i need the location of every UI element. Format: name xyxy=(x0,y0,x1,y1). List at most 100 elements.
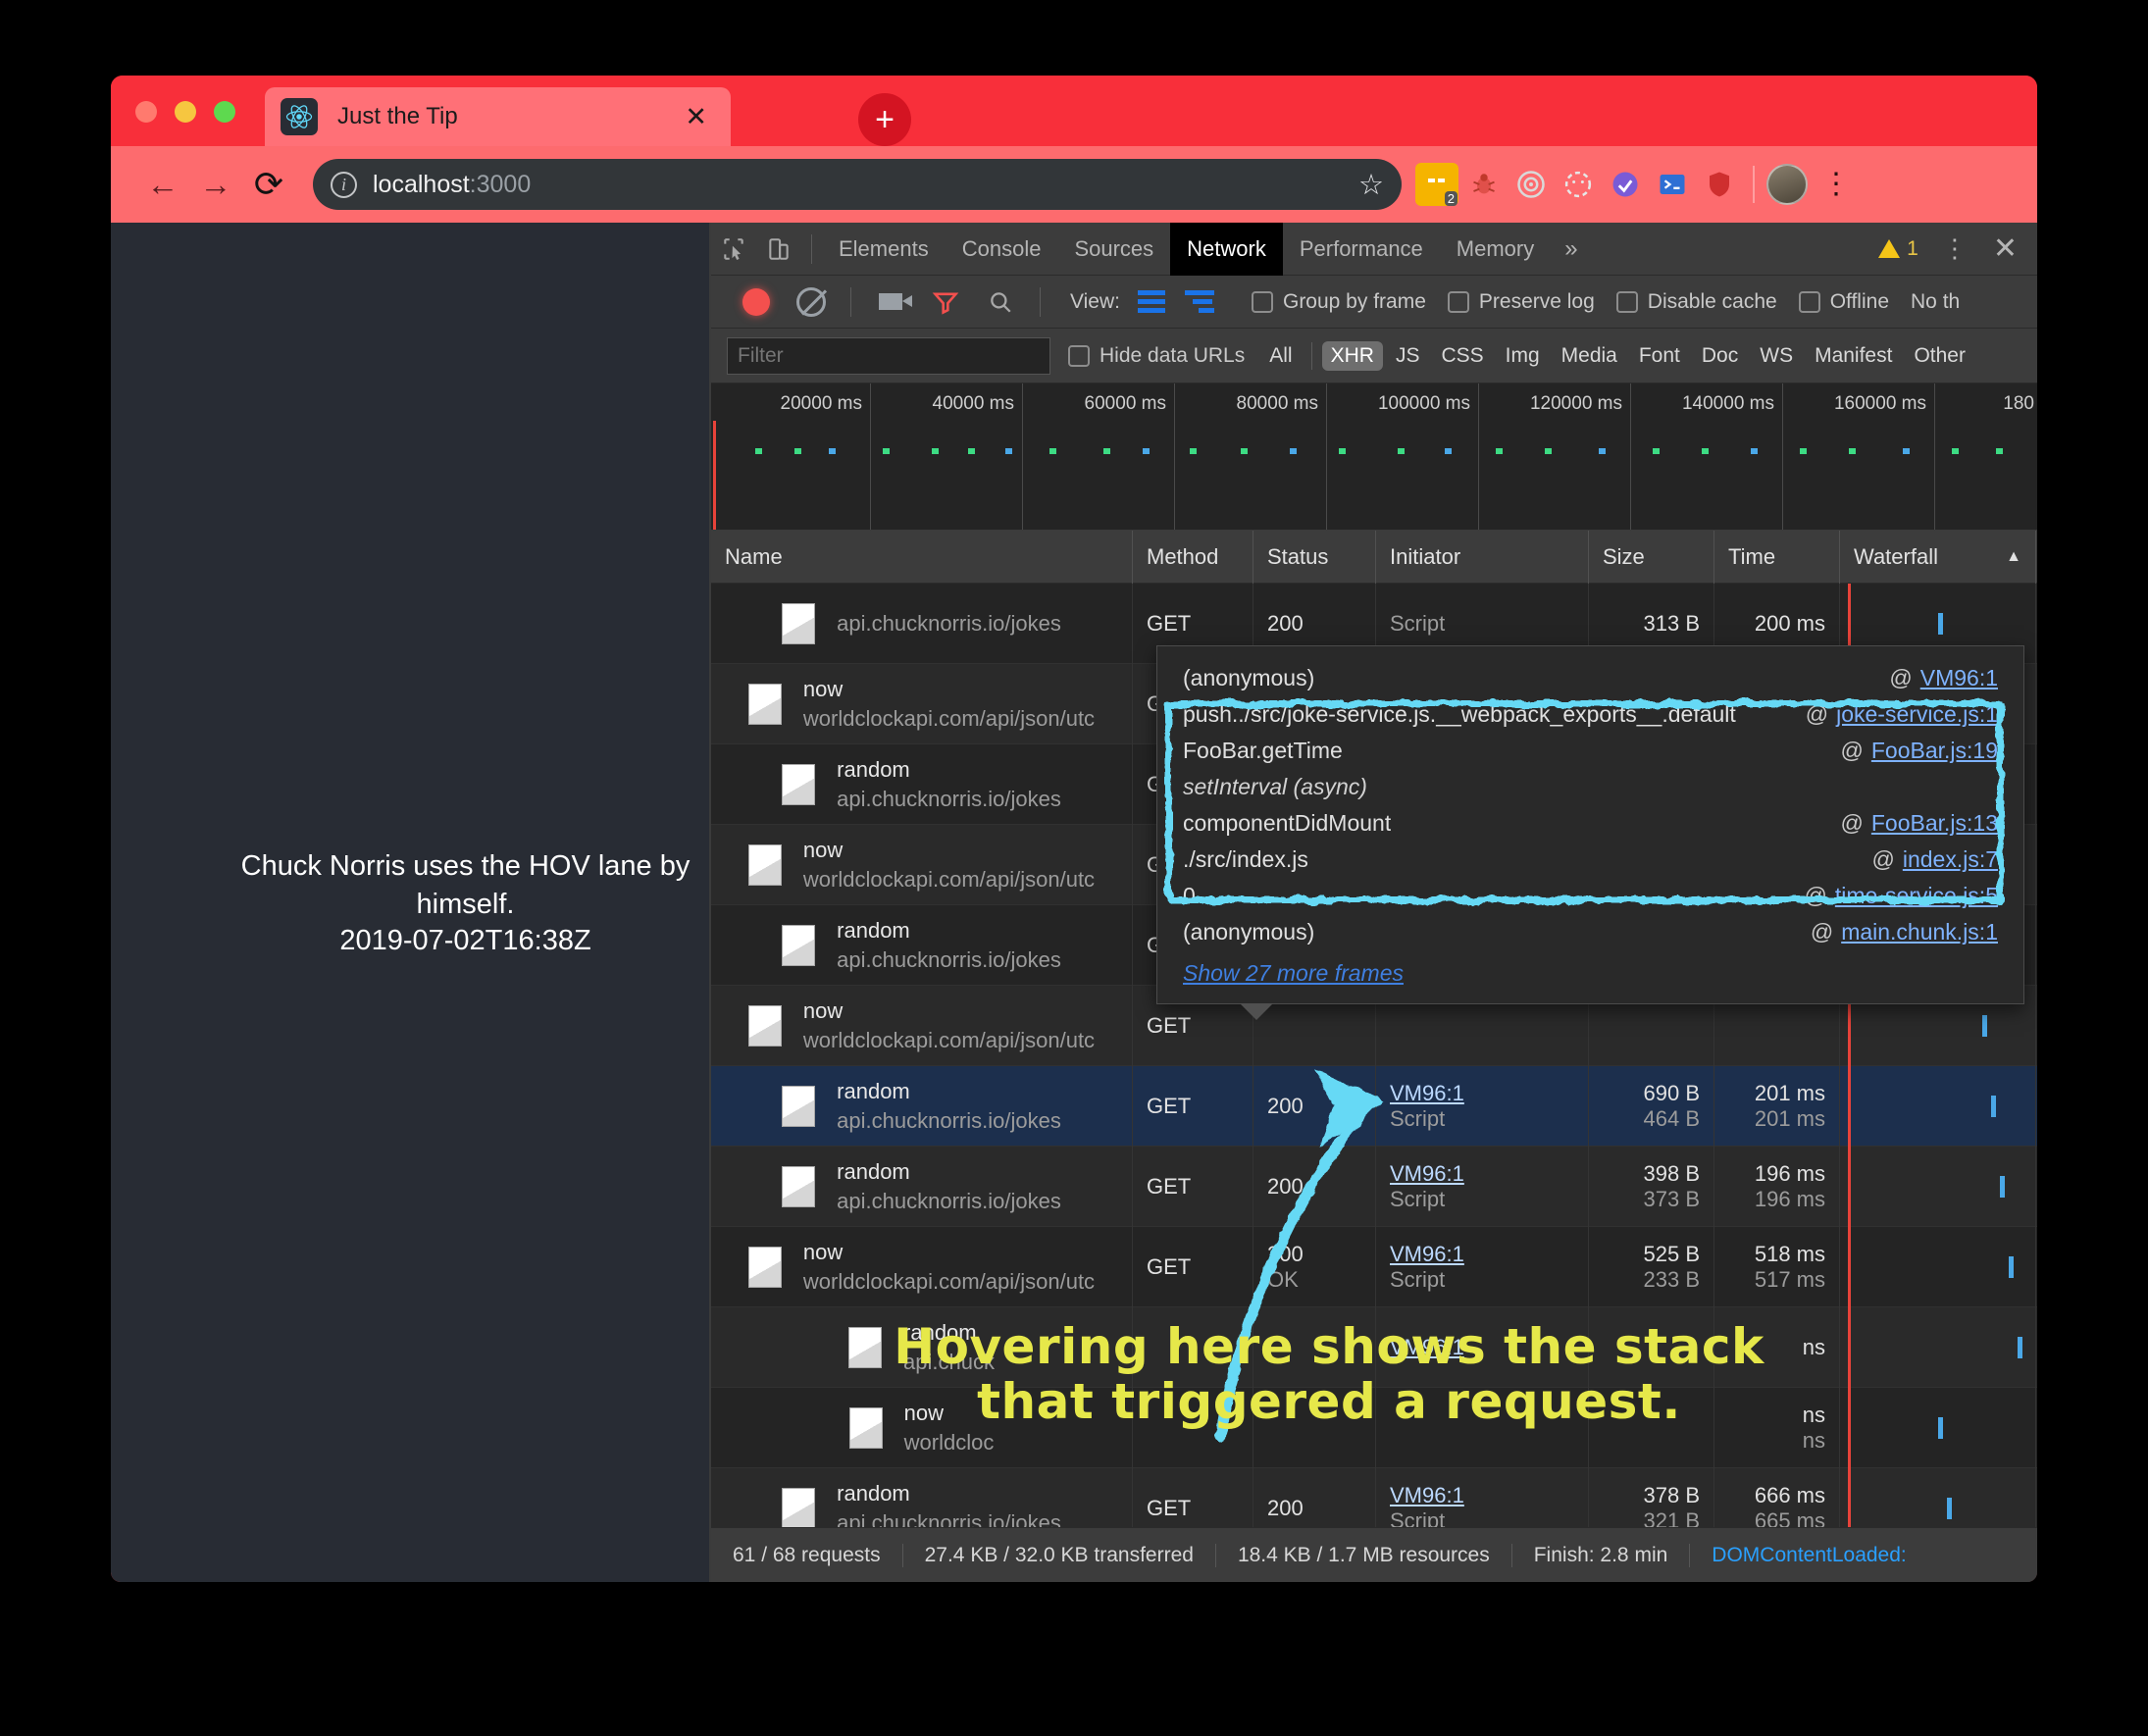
extension-bug-icon[interactable] xyxy=(1462,163,1506,206)
extension-notes-icon[interactable] xyxy=(1415,163,1458,206)
maximize-window-button[interactable] xyxy=(214,101,235,123)
tab-network[interactable]: Network xyxy=(1170,223,1283,276)
column-header-waterfall[interactable]: Waterfall ▲ xyxy=(1840,530,2036,584)
table-row[interactable]: random api.chucknorris.io/jokes GET 200 VM96… xyxy=(711,1146,2037,1227)
search-button[interactable] xyxy=(975,281,1026,324)
filter-input[interactable] xyxy=(727,336,1050,375)
minimize-window-button[interactable] xyxy=(175,101,196,123)
column-header-status[interactable]: Status xyxy=(1253,530,1376,584)
record-button[interactable] xyxy=(731,281,782,324)
more-tabs-button[interactable]: » xyxy=(1551,235,1591,263)
table-row[interactable]: random api.chucknorris.io/jokes GET 200 VM96… xyxy=(711,1467,2037,1528)
waterfall-marker xyxy=(1848,1146,1851,1227)
stack-frame-function: setInterval (async) xyxy=(1183,774,1367,799)
cell-initiator-value[interactable]: VM96:1 xyxy=(1390,1081,1574,1106)
cell-initiator-sub: Script xyxy=(1390,1507,1446,1528)
table-row[interactable]: now worldclockapi.com/api/json/utc GET 200 O… xyxy=(711,1226,2037,1307)
stack-frame-location[interactable]: joke-service.js:1 xyxy=(1836,701,1998,728)
filter-type-all[interactable]: All xyxy=(1260,341,1301,371)
clear-button[interactable] xyxy=(786,281,837,324)
column-header-method[interactable]: Method xyxy=(1133,530,1253,584)
forward-button[interactable]: → xyxy=(189,158,242,211)
bookmark-star-icon[interactable]: ☆ xyxy=(1358,168,1384,202)
cell-initiator-value[interactable]: VM96:1 xyxy=(1390,1483,1574,1508)
browser-tab[interactable]: Just the Tip ✕ xyxy=(265,87,731,146)
profile-avatar[interactable] xyxy=(1766,164,1808,205)
column-header-waterfall-label: Waterfall xyxy=(1854,543,1938,569)
hide-data-urls-checkbox[interactable]: Hide data URLs xyxy=(1068,344,1245,368)
window-controls[interactable] xyxy=(135,101,235,123)
group-by-frame-checkbox[interactable]: Group by frame xyxy=(1251,290,1426,314)
filter-type-media[interactable]: Media xyxy=(1553,341,1626,371)
inspect-cursor-icon[interactable] xyxy=(711,228,756,271)
filter-type-js[interactable]: JS xyxy=(1387,341,1429,371)
close-tab-button[interactable]: ✕ xyxy=(677,103,715,130)
request-name: now worldclockapi.com/api/json/utc xyxy=(803,996,1095,1054)
tab-sources[interactable]: Sources xyxy=(1057,223,1170,276)
filter-type-xhr[interactable]: XHR xyxy=(1321,340,1383,371)
show-more-frames-link[interactable]: Show 27 more frames xyxy=(1157,950,2023,992)
column-header-time[interactable]: Time xyxy=(1714,530,1840,584)
cell-name: now worldclockapi.com/api/json/utc xyxy=(711,985,1133,1066)
browser-menu-button[interactable]: ⋮ xyxy=(1812,170,1861,199)
devtools-menu-button[interactable]: ⋮ xyxy=(1928,235,1981,261)
stack-frame-location[interactable]: index.js:7 xyxy=(1903,846,1998,873)
preserve-log-checkbox[interactable]: Preserve log xyxy=(1447,290,1595,314)
filter-type-ws[interactable]: WS xyxy=(1751,341,1802,371)
filter-type-font[interactable]: Font xyxy=(1630,341,1689,371)
capture-screenshots-button[interactable] xyxy=(865,281,916,324)
network-overview-timeline[interactable]: 20000 ms 40000 ms 60000 ms 80000 ms 1000… xyxy=(711,383,2037,531)
stack-frame-location[interactable]: FooBar.js:19 xyxy=(1871,738,1998,764)
filter-type-doc[interactable]: Doc xyxy=(1693,341,1747,371)
stack-frame-location[interactable]: time-service.js:5 xyxy=(1835,883,1998,909)
filter-type-css[interactable]: CSS xyxy=(1432,341,1492,371)
site-info-icon[interactable]: i xyxy=(331,171,357,198)
throttling-select[interactable]: No th xyxy=(1911,290,1960,314)
screenshot-root: Just the Tip ✕ + ← → ⟳ i localhost:3000 … xyxy=(0,0,2148,1736)
tab-performance[interactable]: Performance xyxy=(1283,223,1440,276)
new-tab-button[interactable]: + xyxy=(858,93,911,146)
list-view-icon[interactable] xyxy=(1137,290,1165,313)
request-name-main: now xyxy=(802,997,844,1023)
column-header-initiator[interactable]: Initiator xyxy=(1376,530,1589,584)
stack-frame-function: push../src/joke-service.js.__webpack_exp… xyxy=(1183,701,1736,727)
warning-count-badge[interactable]: 1 xyxy=(1868,237,1928,261)
clear-icon xyxy=(796,286,826,317)
filter-toggle-button[interactable] xyxy=(920,281,971,324)
tab-console[interactable]: Console xyxy=(946,223,1058,276)
cell-initiator-value[interactable]: VM96:1 xyxy=(1390,1161,1574,1187)
table-row[interactable]: random api.chucknorris.io/jokes GET 200 VM96… xyxy=(711,1065,2037,1147)
column-header-size[interactable]: Size xyxy=(1589,530,1714,584)
address-bar[interactable]: i localhost:3000 ☆ xyxy=(313,159,1402,210)
reload-button[interactable]: ⟳ xyxy=(242,158,295,211)
warning-count-label: 1 xyxy=(1907,236,1918,260)
extension-adblock-icon[interactable] xyxy=(1698,163,1741,206)
disable-cache-checkbox[interactable]: Disable cache xyxy=(1615,290,1777,314)
close-window-button[interactable] xyxy=(135,101,157,123)
network-status-bar: 61 / 68 requests 27.4 KB / 32.0 KB trans… xyxy=(711,1527,2037,1582)
device-toolbar-icon[interactable] xyxy=(756,228,801,271)
extension-shield-icon[interactable] xyxy=(1604,163,1647,206)
filter-type-other[interactable]: Other xyxy=(1905,341,1974,371)
filter-divider xyxy=(1310,341,1312,370)
devtools-close-button[interactable]: ✕ xyxy=(1981,231,2029,266)
cell-initiator-value[interactable]: VM96:1 xyxy=(1390,1242,1574,1267)
tab-elements[interactable]: Elements xyxy=(822,223,946,276)
request-name-main: now xyxy=(802,676,844,701)
extension-clock-icon[interactable] xyxy=(1557,163,1600,206)
request-host: worldclockapi.com/api/json/utc xyxy=(802,866,1096,892)
extension-target-icon[interactable] xyxy=(1509,163,1553,206)
extension-dev-icon[interactable] xyxy=(1651,163,1694,206)
request-name-main: now xyxy=(802,837,844,862)
stack-frame-location[interactable]: VM96:1 xyxy=(1920,665,1998,691)
filter-type-img[interactable]: Img xyxy=(1497,341,1549,371)
offline-checkbox[interactable]: Offline xyxy=(1798,290,1889,314)
column-header-name[interactable]: Name xyxy=(711,530,1133,584)
cell-status: 200 xyxy=(1253,1146,1376,1227)
back-button[interactable]: ← xyxy=(136,158,189,211)
tab-memory[interactable]: Memory xyxy=(1440,223,1551,276)
filter-type-manifest[interactable]: Manifest xyxy=(1806,341,1901,371)
stack-frame-location[interactable]: main.chunk.js:1 xyxy=(1841,919,1998,945)
stack-frame-location[interactable]: FooBar.js:13 xyxy=(1871,810,1998,837)
waterfall-view-icon[interactable] xyxy=(1184,290,1214,313)
